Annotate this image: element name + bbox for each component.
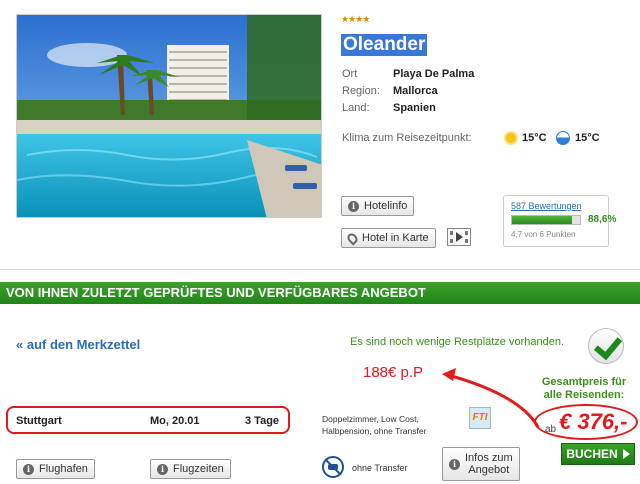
rating-points: 4,7 von 6 Punkten xyxy=(511,230,576,239)
info-icon: i xyxy=(157,463,168,475)
location-label: Ort xyxy=(342,68,358,80)
trip-duration: 3 Tage xyxy=(245,415,280,427)
water-temperature-icon xyxy=(556,131,570,145)
hotelinfo-button[interactable]: i Hotelinfo xyxy=(341,196,415,216)
info-icon: i xyxy=(449,458,460,470)
location-value: Playa De Palma xyxy=(393,68,475,80)
info-icon: i xyxy=(23,463,34,475)
no-transfer-icon xyxy=(322,456,344,478)
hotel-map-button-label: Hotel in Karte xyxy=(362,232,429,244)
info-icon: i xyxy=(348,200,359,212)
departure-date: Mo, 20.01 xyxy=(150,415,200,427)
total-price: € 376,- xyxy=(559,409,628,434)
transfer-label: ohne Transfer xyxy=(352,463,408,473)
region-label: Region: xyxy=(342,85,380,97)
air-temperature: 15°C xyxy=(522,132,547,144)
departure-airport: Stuttgart xyxy=(16,415,62,427)
rating-percent: 88,6% xyxy=(588,214,617,225)
offer-info-button[interactable]: i Infos zum Angebot xyxy=(442,447,520,481)
flughafen-button-label: Flughafen xyxy=(39,463,88,475)
offer-info-button-label: Infos zum Angebot xyxy=(465,452,513,476)
hotel-name: Oleander xyxy=(341,34,428,56)
sun-icon xyxy=(504,131,518,145)
map-pin-icon xyxy=(345,230,360,246)
total-price-label: Gesamtpreis für alle Reisenden: xyxy=(532,376,636,402)
flugzeiten-button-label: Flugzeiten xyxy=(173,463,224,475)
hotel-stars: ★★★★ xyxy=(341,14,370,24)
arrow-right-icon xyxy=(622,449,630,459)
rating-box: 587 Bewertungen 88,6% 4,7 von 6 Punkten xyxy=(503,195,616,247)
availability-notice: Es sind noch wenige Restplätze vorhanden… xyxy=(350,336,565,348)
play-icon xyxy=(456,232,463,242)
water-temperature: 15°C xyxy=(575,132,600,144)
flugzeiten-button[interactable]: i Flugzeiten xyxy=(150,459,231,479)
board-details: Doppelzimmer, Low Cost, Halbpension, ohn… xyxy=(322,414,427,436)
rating-bar xyxy=(511,215,581,225)
hotelinfo-button-label: Hotelinfo xyxy=(364,200,408,212)
book-button-label: BUCHEN xyxy=(566,447,618,461)
reviews-link[interactable]: 587 Bewertungen xyxy=(511,201,582,211)
country-label: Land: xyxy=(342,102,370,114)
checkmark-icon xyxy=(588,328,624,364)
total-price-label-line1: Gesamtpreis für xyxy=(541,376,627,388)
rating-bar-fill xyxy=(512,216,573,224)
offer-info-button-line2: Angebot xyxy=(468,464,510,476)
total-price-label-line2: alle Reisenden: xyxy=(543,389,625,401)
book-button[interactable]: BUCHEN xyxy=(561,443,635,465)
climate-label: Klima zum Reisezeitpunkt: xyxy=(342,132,472,144)
country-value: Spanien xyxy=(393,102,436,114)
merkzettel-link[interactable]: « auf den Merkzettel xyxy=(16,337,140,352)
hotel-photo[interactable] xyxy=(16,14,322,218)
operator-logo: FTI xyxy=(469,407,491,429)
offer-info-button-line1: Infos zum xyxy=(465,452,513,464)
section-divider xyxy=(0,269,640,270)
offer-section-heading: VON IHNEN ZULETZT GEPRÜFTES UND VERFÜGBA… xyxy=(0,282,640,304)
flughafen-button[interactable]: i Flughafen xyxy=(16,459,95,479)
region-value: Mallorca xyxy=(393,85,438,97)
price-prefix: ab xyxy=(545,424,557,435)
hotel-map-button[interactable]: Hotel in Karte xyxy=(341,228,436,248)
per-person-annotation: 188€ p.P xyxy=(363,364,424,381)
